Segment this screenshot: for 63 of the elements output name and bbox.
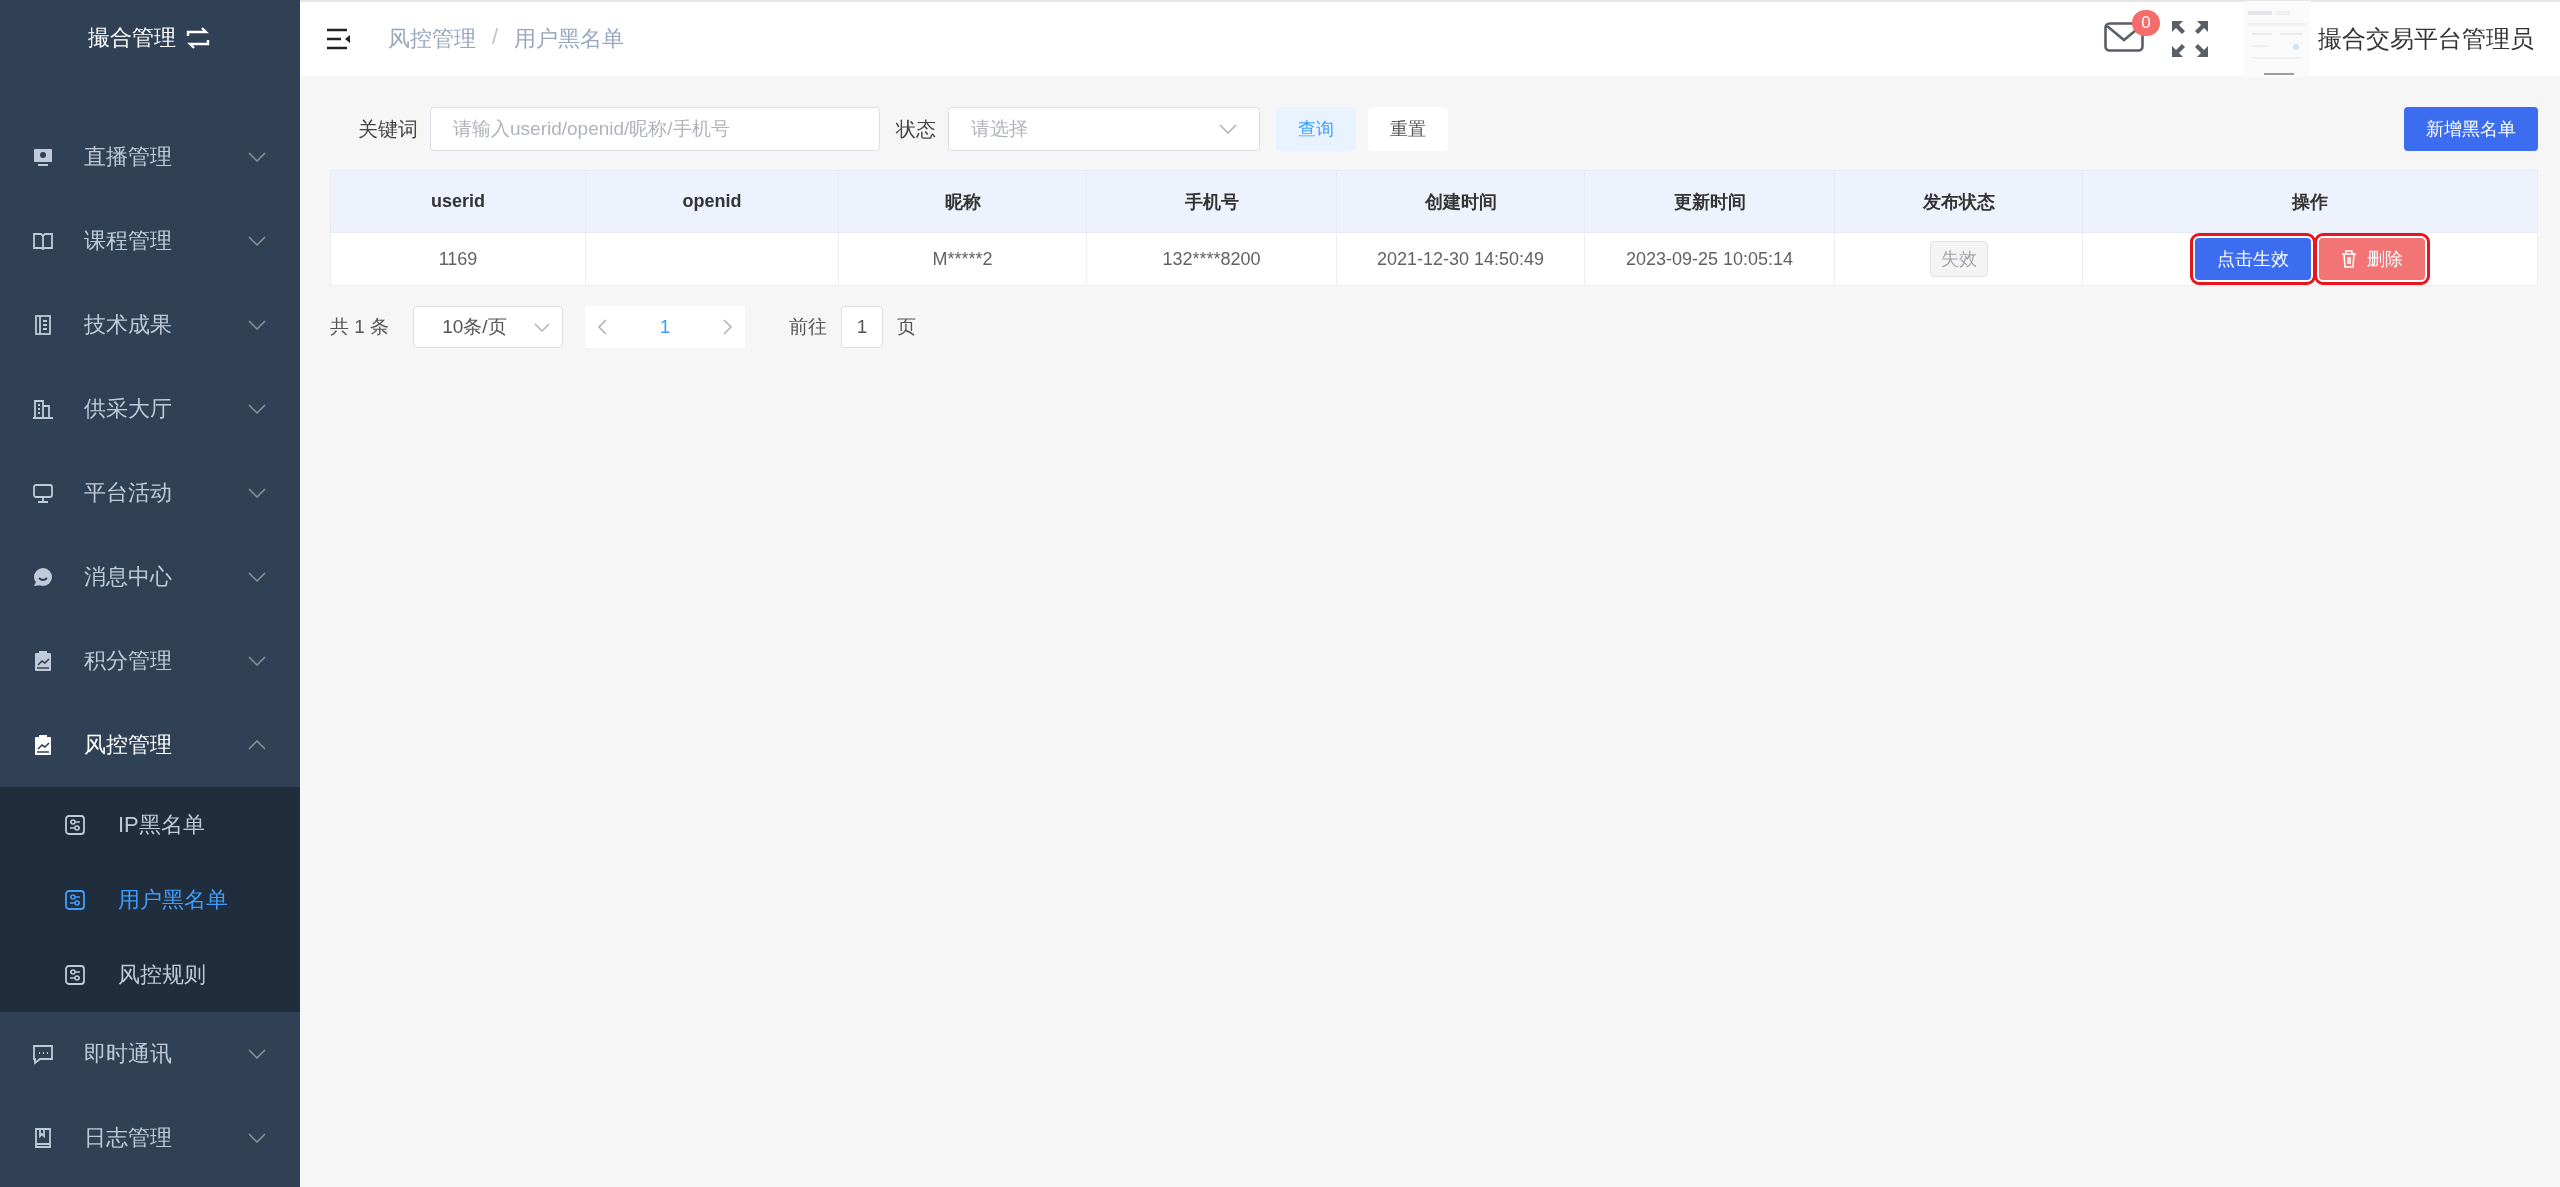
keyword-field[interactable]: 请输入userid/openid/昵称/手机号: [430, 107, 880, 151]
menu-item[interactable]: 课程管理: [0, 199, 300, 283]
column-header: 发布状态: [1834, 170, 2083, 233]
table-cell: 1169: [330, 232, 586, 286]
table-cell: 2021-12-30 14:50:49: [1336, 232, 1585, 286]
menu-item[interactable]: 日志管理: [0, 1096, 300, 1180]
add-button[interactable]: 新增黑名单: [2404, 107, 2538, 151]
chevron-down-icon: [1219, 124, 1237, 134]
notification-badge: 0: [2132, 9, 2160, 36]
column-header: 更新时间: [1584, 170, 1835, 233]
reset-button[interactable]: 重置: [1368, 107, 1448, 151]
submenu-icon: [64, 963, 86, 986]
menu-icon: [32, 482, 54, 504]
menu-icon: [32, 566, 54, 588]
submenu-item[interactable]: 用户黑名单: [0, 862, 300, 937]
keyword-label: 关键词: [358, 116, 418, 142]
table-cell: M*****2: [838, 232, 1087, 286]
table-cell: 132****8200: [1086, 232, 1337, 286]
menu-icon: [32, 1043, 54, 1065]
breadcrumb-separator: /: [492, 24, 499, 51]
menu-item[interactable]: 消息中心: [0, 535, 300, 619]
column-header: openid: [585, 170, 839, 233]
menu-icon: [32, 650, 54, 672]
goto-label: 前往: [789, 315, 828, 339]
menu-icon: [32, 1127, 54, 1149]
total-count: 共 1 条: [330, 315, 390, 339]
menu-item[interactable]: 直播管理: [0, 115, 300, 199]
page-size-select[interactable]: 10条/页: [413, 306, 564, 348]
previous-page-icon: [597, 319, 608, 335]
breadcrumb-current: 用户黑名单: [514, 25, 625, 53]
menu-item[interactable]: 供采大厅: [0, 367, 300, 451]
column-header: 操作: [2082, 170, 2538, 233]
column-header: 昵称: [838, 170, 1087, 233]
column-header: userid: [330, 170, 586, 233]
table-cell: 2023-09-25 10:05:14: [1584, 232, 1835, 286]
chevron-down-icon: [534, 322, 551, 332]
submenu-item[interactable]: 风控规则: [0, 937, 300, 1012]
goto-page-field[interactable]: 1: [841, 306, 884, 348]
submenu-item[interactable]: IP黑名单: [0, 787, 300, 862]
menu-icon: [32, 230, 54, 252]
fullscreen-icon: [2170, 19, 2210, 59]
menu-icon: [32, 734, 54, 756]
menu-icon: [32, 146, 54, 168]
column-header: 手机号: [1086, 170, 1337, 233]
column-header: 创建时间: [1336, 170, 1585, 233]
next-page-icon: [723, 319, 734, 335]
menu-item[interactable]: 风控管理: [0, 703, 300, 787]
switch-icon: [184, 26, 212, 50]
submenu-icon: [64, 813, 86, 836]
trash-icon: [2341, 250, 2357, 268]
menu-item[interactable]: 技术成果: [0, 283, 300, 367]
menu-item[interactable]: 平台活动: [0, 451, 300, 535]
menu-icon: [32, 314, 54, 336]
menu-icon: [326, 28, 352, 50]
status-label: 状态: [896, 116, 936, 142]
submenu-icon: [64, 888, 86, 911]
page-unit-label: 页: [897, 315, 917, 339]
menu-item[interactable]: 即时通讯: [0, 1012, 300, 1096]
sidebar-title: 撮合管理: [88, 24, 176, 52]
menu-icon: [32, 398, 54, 420]
menu-item[interactable]: 积分管理: [0, 619, 300, 703]
user-name[interactable]: 撮合交易平台管理员: [2318, 23, 2534, 55]
status-tag: 失效: [1929, 241, 1988, 277]
